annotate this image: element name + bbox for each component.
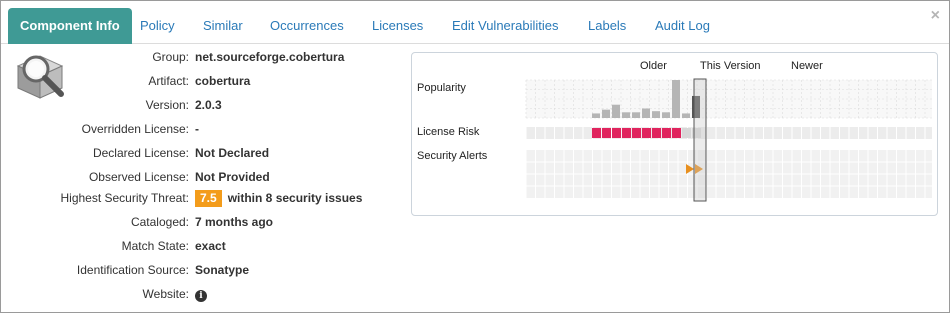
row-highest-security-threat: Highest Security Threat: 7.5 within 8 sec… [1, 188, 362, 208]
identification-source-value: Sonatype [195, 263, 250, 277]
threat-issues-text: within 8 security issues [227, 191, 363, 205]
overridden-license-label: Overridden License: [81, 122, 189, 136]
highest-threat-label: Highest Security Threat: [60, 191, 189, 205]
row-cataloged: Cataloged: 7 months ago [1, 212, 273, 232]
popularity-bar [662, 112, 670, 118]
tab-similar[interactable]: Similar [203, 9, 243, 44]
row-artifact: Artifact: cobertura [1, 71, 250, 91]
observed-license-value: Not Provided [195, 170, 270, 184]
tab-component-info[interactable]: Component Info [8, 8, 132, 44]
version-label: Version: [145, 98, 189, 112]
threat-score-badge: 7.5 [195, 190, 222, 207]
highest-threat-value: 7.5 within 8 security issues [195, 188, 362, 208]
license-risk-square [622, 128, 631, 138]
license-risk-square [602, 128, 611, 138]
declared-license-label: Declared License: [92, 146, 189, 160]
cataloged-label: Cataloged: [130, 215, 189, 229]
license-risk-square [642, 128, 651, 138]
overridden-license-value: - [195, 122, 199, 136]
artifact-label: Artifact: [148, 74, 189, 88]
group-label: Group: [152, 50, 189, 64]
version-graph-panel: Older This Version Newer Popularity Lice… [411, 52, 938, 216]
row-identification-source: Identification Source: Sonatype [1, 260, 249, 280]
tab-labels[interactable]: Labels [588, 9, 626, 44]
component-info-dialog: Component Info Policy Similar Occurrence… [0, 0, 950, 313]
row-group: Group: net.sourceforge.cobertura [1, 47, 344, 67]
popularity-bar [652, 111, 660, 118]
website-value: i [195, 285, 207, 305]
row-overridden-license: Overridden License: - [1, 119, 199, 139]
artifact-value: cobertura [195, 74, 251, 88]
match-state-value: exact [195, 239, 226, 253]
popularity-bar [682, 113, 690, 118]
row-version: Version: 2.0.3 [1, 95, 222, 115]
popularity-bar [592, 113, 600, 118]
tab-bar: Component Info Policy Similar Occurrence… [1, 1, 949, 44]
license-risk-square [612, 128, 621, 138]
tab-audit-log[interactable]: Audit Log [655, 9, 710, 44]
cataloged-value: 7 months ago [195, 215, 274, 229]
group-value: net.sourceforge.cobertura [195, 50, 345, 64]
website-label: Website: [142, 287, 189, 301]
license-risk-square [652, 128, 661, 138]
popularity-bar [612, 104, 620, 118]
popularity-bar [672, 80, 680, 118]
row-declared-license: Declared License: Not Declared [1, 143, 269, 163]
row-website: Website: i [1, 284, 207, 304]
identification-source-label: Identification Source: [76, 263, 189, 277]
declared-license-value: Not Declared [195, 146, 270, 160]
license-risk-square [672, 128, 681, 138]
popularity-bar [642, 108, 650, 118]
close-icon[interactable]: × [931, 7, 940, 25]
match-state-label: Match State: [121, 239, 189, 253]
tab-edit-vulnerabilities[interactable]: Edit Vulnerabilities [452, 9, 558, 44]
license-risk-square [632, 128, 641, 138]
popularity-bar [622, 112, 630, 118]
license-risk-square-empty [682, 128, 691, 138]
info-circle-icon[interactable]: i [195, 289, 207, 302]
observed-license-label: Observed License: [88, 170, 189, 184]
tab-occurrences[interactable]: Occurrences [270, 9, 344, 44]
row-observed-license: Observed License: Not Provided [1, 167, 270, 187]
current-version-marker [693, 78, 707, 202]
license-risk-square [662, 128, 671, 138]
tab-licenses[interactable]: Licenses [372, 9, 423, 44]
popularity-bar [632, 112, 640, 118]
tab-policy[interactable]: Policy [140, 9, 175, 44]
version-graph [525, 78, 932, 202]
license-risk-square [592, 128, 601, 138]
version-value: 2.0.3 [195, 98, 222, 112]
row-match-state: Match State: exact [1, 236, 226, 256]
popularity-bar [602, 109, 610, 118]
license-risk-row-bg [526, 127, 932, 139]
